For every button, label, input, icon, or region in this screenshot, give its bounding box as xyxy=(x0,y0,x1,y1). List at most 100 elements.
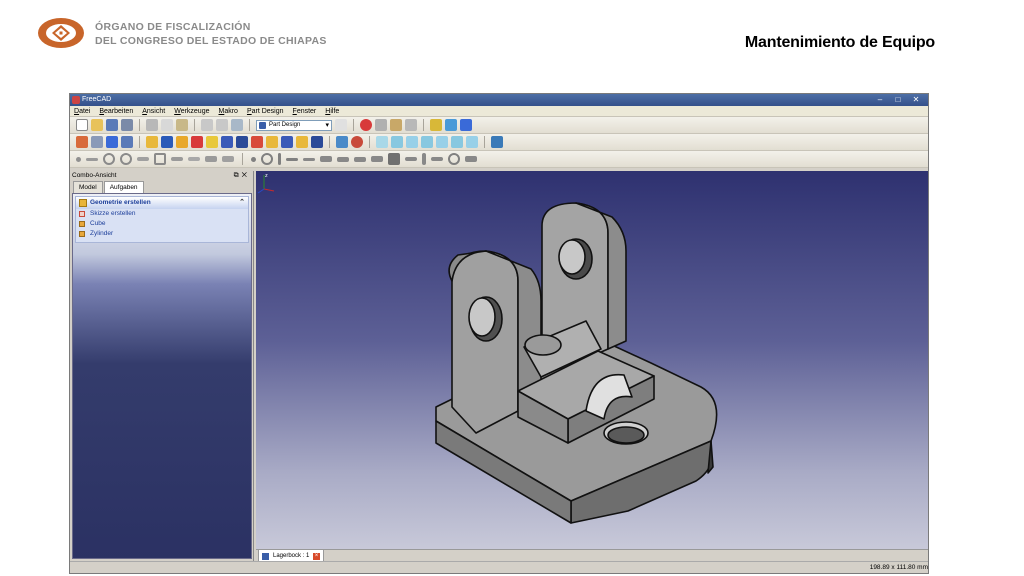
whats-this-icon[interactable] xyxy=(335,119,347,131)
map-sketch-icon[interactable] xyxy=(106,136,118,148)
constrain-tangent-icon[interactable] xyxy=(337,156,349,162)
fillet-icon[interactable] xyxy=(206,136,218,148)
task-item-cube[interactable]: Cube xyxy=(76,219,248,229)
external-geometry-icon[interactable] xyxy=(205,156,217,162)
view-front-icon[interactable] xyxy=(391,136,403,148)
polar-pattern-icon[interactable] xyxy=(281,136,293,148)
construction-icon[interactable] xyxy=(222,156,234,162)
measure-icon[interactable] xyxy=(491,136,503,148)
leave-sketch-icon[interactable] xyxy=(121,136,133,148)
constrain-equal-icon[interactable] xyxy=(354,156,366,162)
task-item-zylinder[interactable]: Zylinder xyxy=(76,229,248,239)
constrain-angle-icon[interactable] xyxy=(465,156,477,162)
linear-pattern-icon[interactable] xyxy=(266,136,278,148)
constrain-parallel-icon[interactable] xyxy=(303,157,315,161)
recompute-icon[interactable] xyxy=(445,119,457,131)
window-titlebar[interactable]: FreeCAD – □ ✕ xyxy=(70,94,928,106)
collapse-icon[interactable]: ⌃ xyxy=(239,197,245,209)
close-icon[interactable]: ✕ xyxy=(910,95,922,105)
point-icon[interactable] xyxy=(76,156,81,162)
constrain-horizontal-distance-icon[interactable] xyxy=(405,157,417,161)
menu-bearbeiten[interactable]: Bearbeiten xyxy=(99,106,133,116)
task-panel-header[interactable]: Geometrie erstellen ⌃ xyxy=(76,197,248,209)
toolbar-part-design xyxy=(70,134,928,151)
trim-icon[interactable] xyxy=(188,157,200,161)
pad-icon[interactable] xyxy=(146,136,158,148)
minimize-icon[interactable]: – xyxy=(874,95,886,105)
refresh-icon[interactable] xyxy=(231,119,243,131)
menu-fenster[interactable]: Fenster xyxy=(293,106,317,116)
constrain-distance-icon[interactable] xyxy=(431,157,443,161)
statusbar: 198.89 x 111.80 mm xyxy=(70,561,928,573)
arc-icon[interactable] xyxy=(103,153,115,165)
lagerbock-model[interactable] xyxy=(256,171,929,549)
fillet-sketch-icon[interactable] xyxy=(171,157,183,161)
undo-icon[interactable] xyxy=(201,119,213,131)
cube-icon xyxy=(79,221,85,227)
constrain-vertical-icon[interactable] xyxy=(278,153,281,165)
line-icon[interactable] xyxy=(86,157,98,161)
view-axo-icon[interactable] xyxy=(376,136,388,148)
copy-icon[interactable] xyxy=(161,119,173,131)
menu-datei[interactable]: Datei xyxy=(74,106,90,116)
save-as-icon[interactable] xyxy=(121,119,133,131)
chamfer-icon[interactable] xyxy=(221,136,233,148)
constrain-coincident-icon[interactable] xyxy=(251,156,256,162)
view-rear-icon[interactable] xyxy=(436,136,448,148)
constrain-radius-icon[interactable] xyxy=(448,153,460,165)
pocket-icon[interactable] xyxy=(161,136,173,148)
constrain-lock-icon[interactable] xyxy=(388,153,400,165)
view-right-icon[interactable] xyxy=(421,136,433,148)
scaled-icon[interactable] xyxy=(296,136,308,148)
multi-transform-icon[interactable] xyxy=(311,136,323,148)
menu-hilfe[interactable]: Hilfe xyxy=(325,106,339,116)
cut-icon[interactable] xyxy=(146,119,158,131)
python-icon[interactable] xyxy=(430,119,442,131)
close-tab-icon[interactable]: × xyxy=(313,553,320,560)
constrain-point-on-object-icon[interactable] xyxy=(261,153,273,165)
rectangle-icon[interactable] xyxy=(154,153,166,165)
view-bottom-icon[interactable] xyxy=(451,136,463,148)
stop-macro-icon[interactable] xyxy=(375,119,387,131)
open-folder-icon[interactable] xyxy=(91,119,103,131)
constrain-perpendicular-icon[interactable] xyxy=(320,156,332,162)
draft-icon[interactable] xyxy=(236,136,248,148)
new-document-icon[interactable] xyxy=(76,119,88,131)
tab-model[interactable]: Model xyxy=(73,181,103,193)
run-macro-icon[interactable] xyxy=(405,119,417,131)
record-macro-icon[interactable] xyxy=(360,119,372,131)
polyline-icon[interactable] xyxy=(137,157,149,161)
groove-icon[interactable] xyxy=(191,136,203,148)
save-icon[interactable] xyxy=(106,119,118,131)
mirrored-icon[interactable] xyxy=(251,136,263,148)
view-fit-icon[interactable] xyxy=(336,136,348,148)
paste-icon[interactable] xyxy=(176,119,188,131)
sketch-icon[interactable] xyxy=(76,136,88,148)
constrain-vertical-distance-icon[interactable] xyxy=(422,153,426,165)
view-left-icon[interactable] xyxy=(466,136,478,148)
tab-aufgaben[interactable]: Aufgaben xyxy=(103,181,144,193)
maximize-icon[interactable]: □ xyxy=(892,95,904,105)
task-item-label: Cube xyxy=(90,220,106,227)
workbench-select[interactable]: Part Design xyxy=(256,119,332,131)
circle-icon[interactable] xyxy=(120,153,132,165)
arrow-down-icon[interactable] xyxy=(460,119,472,131)
edit-macro-icon[interactable] xyxy=(390,119,402,131)
constrain-horizontal-icon[interactable] xyxy=(286,157,298,161)
3d-view[interactable]: z xyxy=(256,171,929,549)
task-item-skizze[interactable]: Skizze erstellen xyxy=(76,209,248,219)
menu-makro[interactable]: Makro xyxy=(218,106,237,116)
dock-controls-icon[interactable]: ⧉✕ xyxy=(234,171,250,181)
menu-part-design[interactable]: Part Design xyxy=(247,106,284,116)
menu-ansicht[interactable]: Ansicht xyxy=(142,106,165,116)
menu-werkzeuge[interactable]: Werkzeuge xyxy=(174,106,209,116)
toolbar-separator xyxy=(194,119,195,131)
constrain-symmetric-icon[interactable] xyxy=(371,156,383,162)
svg-text:z: z xyxy=(265,173,268,179)
revolution-icon[interactable] xyxy=(176,136,188,148)
dimensions-readout: 198.89 x 111.80 mm xyxy=(869,564,928,571)
draw-style-icon[interactable] xyxy=(351,136,363,148)
redo-icon[interactable] xyxy=(216,119,228,131)
view-top-icon[interactable] xyxy=(406,136,418,148)
edit-sketch-icon[interactable] xyxy=(91,136,103,148)
